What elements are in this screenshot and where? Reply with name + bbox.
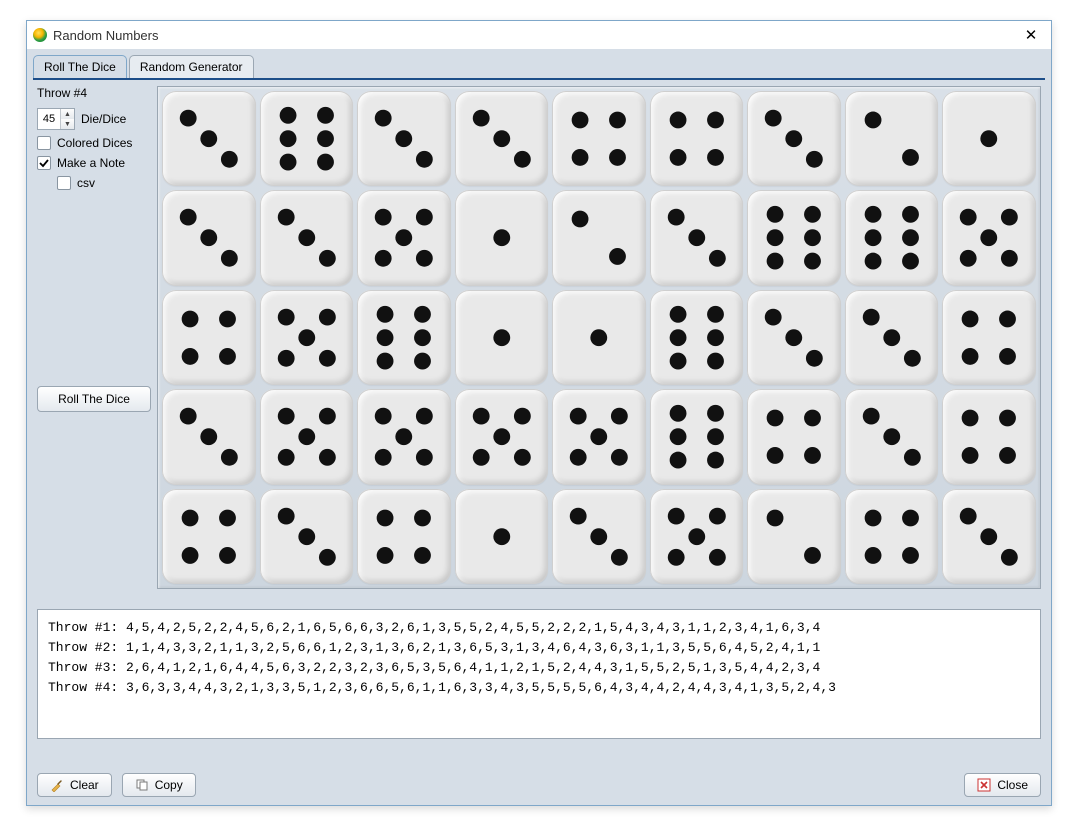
check-icon — [39, 158, 49, 168]
die-face — [845, 489, 939, 584]
die-face — [552, 290, 646, 385]
app-icon — [33, 28, 47, 42]
copy-button-label: Copy — [155, 778, 183, 792]
csv-checkbox[interactable] — [57, 176, 71, 190]
die-face — [942, 489, 1036, 584]
roll-the-dice-button[interactable]: Roll The Dice — [37, 386, 151, 412]
die-face — [357, 489, 451, 584]
die-count-value: 45 — [38, 109, 60, 129]
die-face — [162, 290, 256, 385]
footer-bar: Clear Copy Close — [37, 765, 1041, 797]
die-face — [357, 389, 451, 484]
title-bar: Random Numbers ✕ — [27, 21, 1051, 49]
die-face — [552, 190, 646, 285]
die-face — [162, 91, 256, 186]
stepper-down-icon[interactable]: ▼ — [61, 119, 74, 129]
die-face — [650, 190, 744, 285]
die-face — [747, 91, 841, 186]
die-face — [942, 190, 1036, 285]
stepper-up-icon[interactable]: ▲ — [61, 109, 74, 119]
die-face — [455, 290, 549, 385]
dice-grid — [162, 91, 1036, 584]
die-face — [845, 389, 939, 484]
make-note-label: Make a Note — [57, 156, 125, 170]
die-face — [650, 389, 744, 484]
die-face — [552, 91, 646, 186]
dialog-window: Random Numbers ✕ Roll The Dice Random Ge… — [26, 20, 1052, 806]
tab-roll-the-dice[interactable]: Roll The Dice — [33, 55, 127, 78]
die-face — [650, 91, 744, 186]
die-face — [942, 389, 1036, 484]
csv-label: csv — [77, 176, 95, 190]
die-face — [747, 190, 841, 285]
die-face — [747, 290, 841, 385]
die-face — [747, 489, 841, 584]
tab-random-generator[interactable]: Random Generator — [129, 55, 254, 78]
die-face — [260, 290, 354, 385]
tab-label: Random Generator — [140, 60, 243, 74]
die-face — [357, 91, 451, 186]
clear-button[interactable]: Clear — [37, 773, 112, 797]
die-face — [260, 489, 354, 584]
window-close-button[interactable]: ✕ — [1017, 25, 1045, 45]
copy-button[interactable]: Copy — [122, 773, 196, 797]
close-button-label: Close — [997, 778, 1028, 792]
close-button[interactable]: Close — [964, 773, 1041, 797]
die-face — [455, 389, 549, 484]
broom-icon — [50, 778, 64, 792]
close-icon — [977, 778, 991, 792]
die-face — [260, 190, 354, 285]
die-face — [357, 290, 451, 385]
tab-strip: Roll The Dice Random Generator — [27, 49, 1051, 80]
die-face — [455, 489, 549, 584]
colored-dices-checkbox[interactable] — [37, 136, 51, 150]
colored-dices-label: Colored Dices — [57, 136, 132, 150]
clear-button-label: Clear — [70, 778, 99, 792]
window-title: Random Numbers — [53, 28, 159, 43]
log-output[interactable]: Throw #1: 4,5,4,2,5,2,2,4,5,6,2,1,6,5,6,… — [37, 609, 1041, 739]
die-count-label: Die/Dice — [81, 112, 126, 126]
client-area: Roll The Dice Random Generator Throw #4 … — [27, 49, 1051, 805]
die-face — [260, 91, 354, 186]
make-note-checkbox[interactable] — [37, 156, 51, 170]
tab-content: Throw #4 45 ▲ ▼ Die/Dice Col — [27, 80, 1051, 805]
copy-icon — [135, 778, 149, 792]
die-face — [455, 91, 549, 186]
die-face — [357, 190, 451, 285]
die-face — [650, 489, 744, 584]
die-face — [650, 290, 744, 385]
die-face — [942, 91, 1036, 186]
die-face — [260, 389, 354, 484]
die-count-stepper[interactable]: 45 ▲ ▼ — [37, 108, 75, 130]
die-face — [552, 389, 646, 484]
die-face — [162, 190, 256, 285]
die-face — [162, 389, 256, 484]
roll-button-label: Roll The Dice — [58, 392, 130, 406]
die-face — [747, 389, 841, 484]
throw-label: Throw #4 — [37, 86, 151, 100]
die-face — [845, 290, 939, 385]
tab-label: Roll The Dice — [44, 60, 116, 74]
die-face — [845, 190, 939, 285]
dice-panel — [157, 86, 1041, 589]
die-face — [845, 91, 939, 186]
die-face — [455, 190, 549, 285]
tab-underline — [33, 78, 1045, 80]
die-face — [552, 489, 646, 584]
die-face — [162, 489, 256, 584]
die-face — [942, 290, 1036, 385]
settings-panel: Throw #4 45 ▲ ▼ Die/Dice Col — [37, 86, 151, 589]
